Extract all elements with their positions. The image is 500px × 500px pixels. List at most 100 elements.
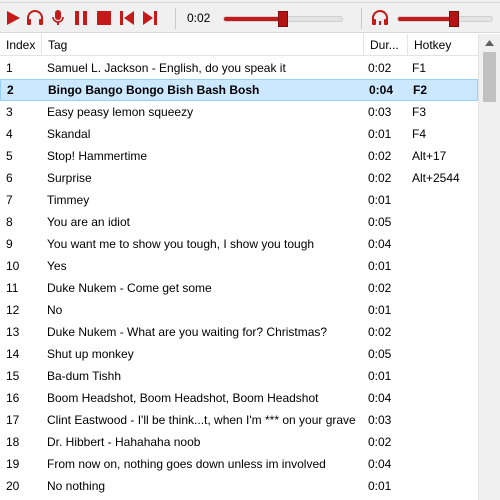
table-row[interactable]: 20 No nothing 0:01 <box>0 475 478 497</box>
table-row[interactable]: 19 From now on, nothing goes down unless … <box>0 453 478 475</box>
headphones-button[interactable] <box>25 8 45 28</box>
vertical-scrollbar[interactable] <box>478 34 500 500</box>
pause-button[interactable] <box>71 8 91 28</box>
row-duration: 0:02 <box>368 149 392 163</box>
play-button[interactable] <box>3 8 23 28</box>
row-duration: 0:01 <box>368 127 392 141</box>
row-tag: Surprise <box>47 171 92 185</box>
row-tag: Ba-dum Tishh <box>47 369 122 383</box>
stop-icon <box>97 11 111 25</box>
row-duration: 0:02 <box>368 61 392 75</box>
table-row[interactable]: 12 No 0:01 <box>0 299 478 321</box>
row-duration: 0:05 <box>368 215 392 229</box>
row-tag: Shut up monkey <box>47 347 134 361</box>
row-hotkey: F4 <box>412 127 427 141</box>
row-index: 13 <box>6 325 20 339</box>
scroll-up-button[interactable] <box>479 34 500 51</box>
row-index: 11 <box>6 281 19 295</box>
table-row[interactable]: 3 Easy peasy lemon squeezy 0:03 F3 <box>0 101 478 123</box>
row-index: 9 <box>6 237 13 251</box>
row-index: 3 <box>6 105 13 119</box>
skip-previous-icon <box>120 11 134 25</box>
toolbar-separator <box>175 8 176 29</box>
row-index: 7 <box>6 193 13 207</box>
table-row[interactable]: 17 Clint Eastwood - I'll be think...t, wh… <box>0 409 478 431</box>
row-duration: 0:01 <box>368 479 392 493</box>
table-row[interactable]: 16 Boom Headshot, Boom Headshot, Boom Hea… <box>0 387 478 409</box>
table-header: Index Tag Dur... Hotkey <box>0 34 478 56</box>
chevron-up-icon <box>485 39 494 46</box>
table-row[interactable]: 11 Duke Nukem - Come get some 0:02 <box>0 277 478 299</box>
row-tag: Duke Nukem - Come get some <box>47 281 212 295</box>
previous-button[interactable] <box>117 8 137 28</box>
stop-button[interactable] <box>94 8 114 28</box>
table-row[interactable]: 15 Ba-dum Tishh 0:01 <box>0 365 478 387</box>
table-row[interactable]: 7 Timmey 0:01 <box>0 189 478 211</box>
column-header-duration[interactable]: Dur... <box>364 34 408 56</box>
volume-slider[interactable] <box>397 11 493 27</box>
row-hotkey: F2 <box>413 83 428 97</box>
table-row[interactable]: 14 Shut up monkey 0:05 <box>0 343 478 365</box>
seek-slider[interactable] <box>223 11 343 27</box>
row-duration: 0:04 <box>368 457 392 471</box>
row-duration: 0:01 <box>368 303 392 317</box>
row-index: 2 <box>7 83 14 97</box>
row-hotkey: F3 <box>412 105 427 119</box>
table-row[interactable]: 9 You want me to show you tough, I show y… <box>0 233 478 255</box>
row-index: 16 <box>6 391 20 405</box>
table-row[interactable]: 8 You are an idiot 0:05 <box>0 211 478 233</box>
headphones-volume-icon <box>372 10 388 25</box>
column-header-hotkey[interactable]: Hotkey <box>408 34 478 56</box>
row-index: 14 <box>6 347 20 361</box>
row-duration: 0:03 <box>368 413 392 427</box>
row-tag: Bingo Bango Bongo Bish Bash Bosh <box>48 83 260 97</box>
row-index: 12 <box>6 303 20 317</box>
play-icon <box>7 11 20 25</box>
row-duration: 0:04 <box>369 83 394 97</box>
row-tag: Easy peasy lemon squeezy <box>47 105 194 119</box>
next-button[interactable] <box>140 8 160 28</box>
toolbar-separator <box>361 8 362 29</box>
row-duration: 0:04 <box>368 237 392 251</box>
row-duration: 0:02 <box>368 435 392 449</box>
table-row[interactable]: 1 Samuel L. Jackson - English, do you spe… <box>0 57 478 79</box>
output-device-button[interactable] <box>370 8 390 28</box>
sound-list: 1 Samuel L. Jackson - English, do you spe… <box>0 57 478 500</box>
row-tag: Duke Nukem - What are you waiting for? C… <box>47 325 328 339</box>
row-tag: No <box>47 303 63 317</box>
table-row[interactable]: 5 Stop! Hammertime 0:02 Alt+17 <box>0 145 478 167</box>
table-row[interactable]: 10 Yes 0:01 <box>0 255 478 277</box>
row-tag: You want me to show you tough, I show yo… <box>47 237 315 251</box>
row-duration: 0:05 <box>368 347 392 361</box>
seek-slider-thumb[interactable] <box>278 11 288 27</box>
row-duration: 0:01 <box>368 193 392 207</box>
row-index: 10 <box>6 259 20 273</box>
microphone-icon <box>52 10 64 25</box>
column-header-tag[interactable]: Tag <box>42 34 364 56</box>
row-tag: From now on, nothing goes down unless im… <box>47 457 326 471</box>
table-row[interactable]: 2 Bingo Bango Bongo Bish Bash Bosh 0:04 F2 <box>0 79 478 101</box>
microphone-button[interactable] <box>48 8 68 28</box>
row-tag: Boom Headshot, Boom Headshot, Boom Heads… <box>47 391 319 405</box>
volume-slider-thumb[interactable] <box>449 11 460 27</box>
row-tag: No nothing <box>47 479 106 493</box>
player-toolbar: 0:02 <box>0 3 500 33</box>
row-tag: You are an idiot <box>47 215 130 229</box>
column-header-index[interactable]: Index <box>0 34 42 56</box>
row-tag: Dr. Hibbert - Hahahaha noob <box>47 435 201 449</box>
row-duration: 0:01 <box>368 369 392 383</box>
row-index: 5 <box>6 149 13 163</box>
row-duration: 0:03 <box>368 105 392 119</box>
table-row[interactable]: 18 Dr. Hibbert - Hahahaha noob 0:02 <box>0 431 478 453</box>
row-duration: 0:02 <box>368 281 392 295</box>
row-tag: Yes <box>47 259 67 273</box>
table-row[interactable]: 6 Surprise 0:02 Alt+2544 <box>0 167 478 189</box>
seek-slider-fill <box>224 17 283 21</box>
row-hotkey: Alt+2544 <box>412 171 460 185</box>
row-tag: Skandal <box>47 127 91 141</box>
scrollbar-thumb[interactable] <box>483 52 496 102</box>
row-index: 8 <box>6 215 13 229</box>
table-row[interactable]: 4 Skandal 0:01 F4 <box>0 123 478 145</box>
table-row[interactable]: 13 Duke Nukem - What are you waiting for?… <box>0 321 478 343</box>
row-duration: 0:02 <box>368 325 392 339</box>
